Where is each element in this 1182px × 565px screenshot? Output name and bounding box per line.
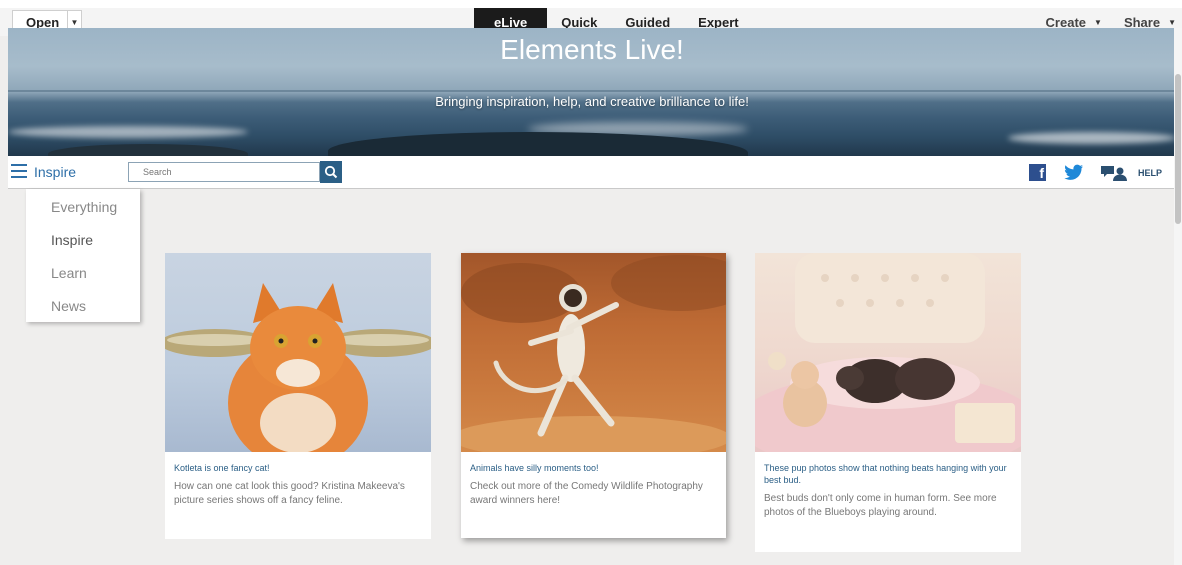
search-button[interactable] [320, 161, 342, 183]
social-links: f HELP [1028, 164, 1162, 181]
article-card[interactable]: Animals have silly moments too! Check ou… [461, 253, 726, 538]
hamburger-menu-icon[interactable] [11, 164, 27, 178]
menu-item-news[interactable]: News [26, 296, 140, 329]
category-dropdown-menu: Everything Inspire Learn News [26, 189, 140, 322]
facebook-icon[interactable]: f [1028, 164, 1046, 181]
page-scrollbar[interactable] [1174, 28, 1182, 565]
scrollbar-thumb[interactable] [1175, 74, 1181, 224]
search-icon [324, 165, 338, 179]
article-card[interactable]: These pup photos show that nothing beats… [755, 253, 1021, 552]
category-label[interactable]: Inspire [34, 164, 76, 180]
card-title[interactable]: Kotleta is one fancy cat! [165, 452, 431, 474]
card-description: Best buds don't only come in human form.… [764, 493, 997, 518]
content-nav-bar: Inspire f HELP [8, 156, 1176, 189]
card-title[interactable]: These pup photos show that nothing beats… [755, 452, 1021, 486]
card-title[interactable]: Animals have silly moments too! [461, 452, 726, 474]
card-description: Check out more of the Comedy Wildlife Ph… [470, 481, 703, 506]
menu-item-inspire[interactable]: Inspire [26, 230, 140, 263]
twitter-icon[interactable] [1064, 164, 1084, 181]
hero-wave [8, 126, 248, 138]
hero-banner: Elements Live! Bringing inspiration, hel… [8, 28, 1176, 156]
create-chevron-down-icon[interactable]: ▼ [1094, 18, 1102, 27]
hero-wave [1008, 132, 1176, 144]
cat-with-fish-image[interactable] [165, 253, 431, 452]
community-chat-icon[interactable] [1100, 165, 1128, 181]
hero-rock [328, 132, 748, 156]
hero-subtitle: Bringing inspiration, help, and creative… [435, 94, 749, 109]
hero-rock [48, 144, 248, 156]
menu-item-everything[interactable]: Everything [26, 197, 140, 230]
card-description: How can one cat look this good? Kristina… [174, 481, 405, 506]
hero-horizon [8, 90, 1176, 92]
hero-title: Elements Live! [500, 34, 684, 65]
dancing-lemur-image[interactable] [461, 253, 726, 452]
search-input[interactable] [128, 162, 320, 182]
puppies-on-bed-image[interactable] [755, 253, 1021, 452]
share-chevron-down-icon[interactable]: ▼ [1168, 18, 1176, 27]
article-card[interactable]: Kotleta is one fancy cat! How can one ca… [165, 253, 431, 539]
help-link[interactable]: HELP [1138, 168, 1162, 178]
menu-item-learn[interactable]: Learn [26, 263, 140, 296]
